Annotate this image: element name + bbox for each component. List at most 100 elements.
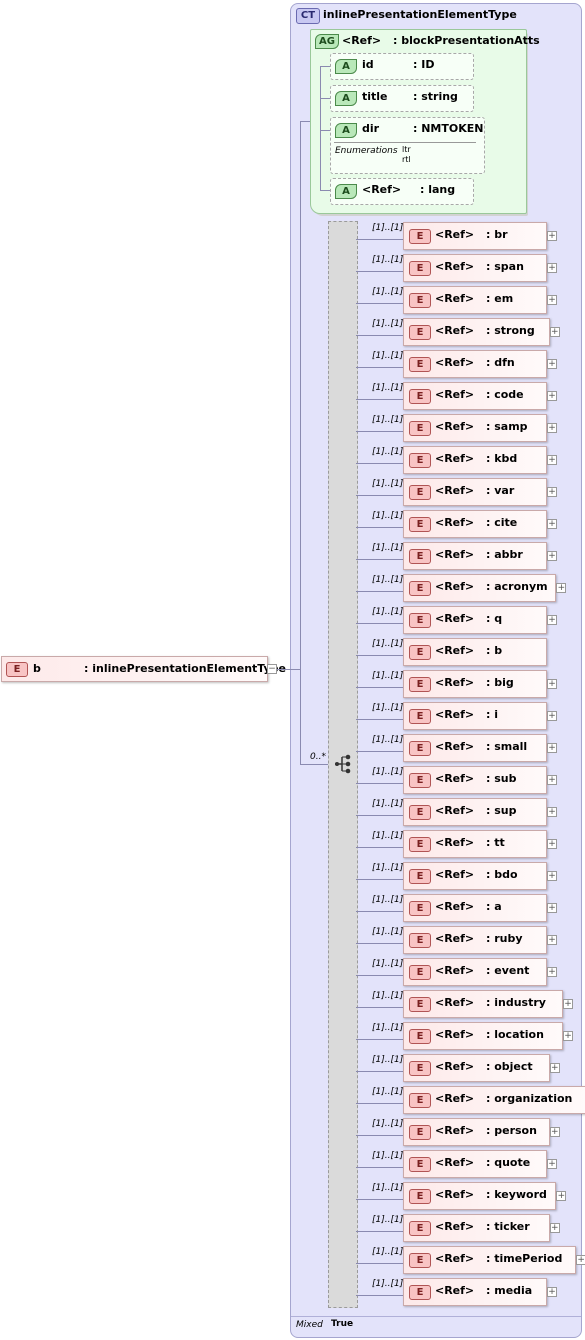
element-badge: E <box>409 805 431 820</box>
expand-icon[interactable]: + <box>547 711 557 721</box>
element-badge: E <box>409 1253 431 1268</box>
element-ref: <Ref> <box>435 484 475 497</box>
child-occurrence: [1]..[1] <box>372 287 404 297</box>
child-connector <box>356 1103 404 1104</box>
element-name: : event <box>486 964 530 977</box>
child-connector <box>356 1231 404 1232</box>
child-connector <box>356 1039 404 1040</box>
child-occurrence: [1]..[1] <box>372 1279 404 1289</box>
element-name: : object <box>486 1060 533 1073</box>
expand-icon[interactable]: + <box>549 1063 560 1073</box>
expand-icon[interactable]: + <box>556 583 567 593</box>
expand-icon[interactable]: + <box>547 231 557 241</box>
element-name: : ruby <box>486 932 523 945</box>
expand-icon[interactable]: + <box>547 743 557 753</box>
element-badge: E <box>409 1061 431 1076</box>
attribute-title-type: : string <box>413 90 458 103</box>
element-badge: E <box>409 677 431 692</box>
expand-icon[interactable]: + <box>563 999 573 1009</box>
expand-icon[interactable]: + <box>576 1255 585 1265</box>
child-occurrence: [1]..[1] <box>372 255 404 265</box>
root-element-type: : inlinePresentationElementType <box>84 662 287 675</box>
expand-icon[interactable]: + <box>547 455 557 465</box>
expand-icon[interactable]: + <box>547 263 557 273</box>
expand-icon[interactable]: + <box>547 487 557 497</box>
expand-icon[interactable]: + <box>547 839 557 849</box>
child-occurrence: [1]..[1] <box>372 511 404 521</box>
element-name: : quote <box>486 1156 531 1169</box>
expand-icon[interactable]: + <box>547 1287 557 1297</box>
child-connector <box>356 527 404 528</box>
expand-icon[interactable]: + <box>547 295 557 305</box>
expand-icon[interactable]: + <box>547 1159 557 1169</box>
root-element-name: b <box>33 662 41 675</box>
expand-icon[interactable]: + <box>547 359 557 369</box>
trunk-line <box>300 121 301 764</box>
element-badge: E <box>409 933 431 948</box>
child-connector <box>356 623 404 624</box>
expand-icon[interactable]: + <box>547 775 557 785</box>
expand-icon[interactable]: + <box>547 615 557 625</box>
element-badge: E <box>409 997 431 1012</box>
expand-icon[interactable]: + <box>547 967 557 977</box>
expand-icon[interactable]: + <box>547 423 557 433</box>
attribute-group-name: : blockPresentationAtts <box>393 34 540 47</box>
expand-icon[interactable]: + <box>549 1127 560 1137</box>
element-ref: <Ref> <box>435 740 475 753</box>
expand-icon[interactable]: + <box>547 871 557 881</box>
element-ref: <Ref> <box>435 324 475 337</box>
element-ref: <Ref> <box>435 516 475 529</box>
element-name: : industry <box>486 996 546 1009</box>
expand-icon[interactable]: + <box>547 519 557 529</box>
element-badge: E <box>409 389 431 404</box>
attribute-lang-badge: A <box>335 184 357 199</box>
child-connector <box>356 559 404 560</box>
expand-icon[interactable]: + <box>547 903 557 913</box>
expand-icon[interactable]: + <box>547 679 557 689</box>
child-occurrence: [1]..[1] <box>372 1055 404 1065</box>
expand-icon[interactable]: + <box>549 327 560 337</box>
choice-compositor-icon[interactable] <box>334 754 352 774</box>
element-ref: <Ref> <box>435 644 475 657</box>
enum-value-ltr: ltr <box>402 145 411 154</box>
element-name: : keyword <box>486 1188 547 1201</box>
collapse-icon[interactable]: − <box>267 664 277 674</box>
child-connector <box>356 1007 404 1008</box>
element-ref: <Ref> <box>435 900 475 913</box>
attribute-dir-badge: A <box>335 123 357 138</box>
element-name: : sup <box>486 804 517 817</box>
child-connector <box>356 367 404 368</box>
enumerations-label: Enumerations <box>335 146 398 156</box>
element-name: : tt <box>486 836 505 849</box>
expand-icon[interactable]: + <box>547 391 557 401</box>
attr-bracket-line <box>320 66 321 190</box>
element-ref: <Ref> <box>435 996 475 1009</box>
element-ref: <Ref> <box>435 1220 475 1233</box>
child-occurrence: [1]..[1] <box>372 543 404 553</box>
child-connector <box>356 431 404 432</box>
element-ref: <Ref> <box>435 868 475 881</box>
child-connector <box>356 911 404 912</box>
expand-icon[interactable]: + <box>556 1191 567 1201</box>
child-occurrence: [1]..[1] <box>372 415 404 425</box>
mixed-value: True <box>331 1319 354 1329</box>
expand-icon[interactable]: + <box>547 807 557 817</box>
child-occurrence: [1]..[1] <box>372 767 404 777</box>
child-connector <box>356 815 404 816</box>
element-name: : small <box>486 740 528 753</box>
expand-icon[interactable]: + <box>547 551 557 561</box>
element-badge: E <box>409 837 431 852</box>
element-ref: <Ref> <box>435 420 475 433</box>
child-connector <box>356 847 404 848</box>
child-connector <box>356 335 404 336</box>
element-name: : person <box>486 1124 537 1137</box>
child-occurrence: [1]..[1] <box>372 1023 404 1033</box>
expand-icon[interactable]: + <box>549 1223 560 1233</box>
element-ref: <Ref> <box>435 388 475 401</box>
expand-icon[interactable]: + <box>547 935 557 945</box>
element-ref: <Ref> <box>435 1092 475 1105</box>
element-badge: E <box>409 485 431 500</box>
element-name: : abbr <box>486 548 523 561</box>
expand-icon[interactable]: + <box>563 1031 573 1041</box>
ag-badge: AG <box>315 34 339 49</box>
